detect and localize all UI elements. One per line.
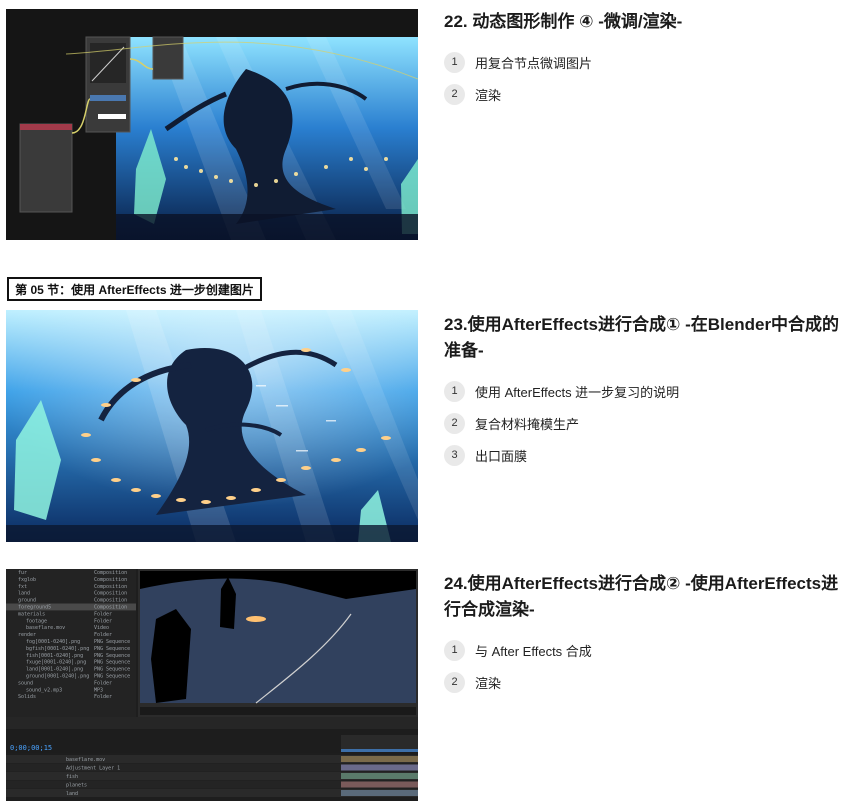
lesson-title: 22. 动态图形制作 ④ -微调/渲染- (444, 12, 683, 31)
item-number-badge: 2 (444, 412, 465, 434)
lesson-item: 2 复合材料掩模生产 (444, 412, 846, 434)
project-item-type: PNG Sequence (94, 660, 130, 666)
project-item[interactable]: land (18, 591, 30, 597)
timecode: 0;00;00;15 (10, 744, 52, 752)
item-number-badge: 1 (444, 380, 465, 402)
project-item[interactable]: fish[0001-0240].png (26, 653, 83, 659)
lesson-23-thumbnail[interactable] (6, 310, 418, 542)
item-text: 渲染 (475, 87, 502, 103)
item-text: 用复合节点微调图片 (475, 55, 593, 71)
timeline-layer-bar[interactable] (341, 790, 418, 796)
item-text: 使用 AfterEffects 进一步复习的说明 (475, 384, 680, 400)
project-item-type: Composition (94, 598, 127, 604)
project-item-type: Folder (94, 680, 112, 686)
timeline-layer-name[interactable]: fish (66, 774, 78, 780)
project-item[interactable]: sound (18, 680, 33, 686)
project-item[interactable]: baseflare.mov (26, 625, 65, 631)
project-item[interactable]: fxglob (18, 577, 36, 583)
project-item[interactable]: fog[0001-0240].png (26, 639, 80, 645)
item-number-badge: 2 (444, 83, 465, 105)
lesson-items: 1 用复合节点微调图片 2 渲染 (444, 51, 846, 105)
item-number-badge: 1 (444, 639, 465, 661)
timeline-layer-name[interactable]: land (66, 791, 78, 797)
item-number-badge: 2 (444, 671, 465, 693)
project-item[interactable]: materials (18, 611, 45, 617)
after-effects-screenshot: fur Composition fxglob Composition fxt Compos… (6, 569, 418, 801)
lesson-item: 2 渲染 (444, 83, 846, 105)
lesson-24-thumbnail[interactable]: fur Composition fxglob Composition fxt Compos… (6, 569, 418, 801)
timeline-layer-name[interactable]: planets (66, 783, 87, 789)
project-item-type: Composition (94, 605, 127, 611)
project-item[interactable]: land[0001-0240].png (26, 667, 83, 673)
timeline-layer-bar[interactable] (341, 756, 418, 762)
project-item-type: Folder (94, 618, 112, 624)
item-text: 渲染 (475, 675, 502, 691)
project-item-type: Folder (94, 694, 112, 700)
underwater-scene-render (6, 310, 418, 542)
lesson-item: 1 用复合节点微调图片 (444, 51, 846, 73)
project-item-type: MP3 (94, 687, 103, 693)
lesson-item: 2 渲染 (444, 671, 846, 693)
project-item-type: Composition (94, 577, 127, 583)
lesson-items: 1 与 After Effects 合成 2 渲染 (444, 639, 846, 693)
timeline-layer-bar[interactable] (341, 764, 418, 771)
section-label: 第 05 节：使用 AfterEffects 进一步创建图片 (7, 277, 262, 301)
project-item[interactable]: fxuge[0001-0240].png (26, 660, 86, 666)
lesson-item: 1 与 After Effects 合成 (444, 639, 846, 661)
project-item[interactable]: fxt (18, 584, 27, 590)
item-text: 复合材料掩模生产 (475, 416, 580, 432)
project-item-type: Video (94, 625, 109, 631)
lesson-items: 1 使用 AfterEffects 进一步复习的说明 2 复合材料掩模生产 3 … (444, 380, 846, 466)
project-item[interactable]: footage (26, 618, 47, 624)
project-item[interactable]: fur (18, 570, 27, 576)
item-text: 与 After Effects 合成 (475, 643, 592, 659)
timeline-layer-bar[interactable] (341, 773, 418, 779)
lesson-23-info: 23.使用AfterEffects进行合成① -在Blender中合成的准备- … (444, 312, 846, 476)
project-item-type: PNG Sequence (94, 674, 130, 680)
project-item-type: PNG Sequence (94, 646, 130, 652)
lesson-22-info: 22. 动态图形制作 ④ -微调/渲染- 1 用复合节点微调图片 2 渲染 (444, 9, 846, 115)
project-item[interactable]: ground (18, 598, 36, 604)
project-item-type: PNG Sequence (94, 667, 130, 673)
timeline-layer-bar[interactable] (341, 781, 418, 788)
lesson-title: 24.使用AfterEffects进行合成② -使用AfterEffects进行… (444, 574, 839, 619)
timeline-layer-name[interactable]: Adjustment Layer 1 (66, 766, 120, 772)
project-item-type: PNG Sequence (94, 639, 130, 645)
project-item-type: Folder (94, 611, 112, 617)
lesson-24-info: 24.使用AfterEffects进行合成② -使用AfterEffects进行… (444, 571, 846, 703)
project-item-type: Composition (94, 570, 127, 576)
lesson-title: 23.使用AfterEffects进行合成① -在Blender中合成的准备- (444, 315, 840, 360)
project-item[interactable]: render (18, 632, 36, 638)
project-item-type: Composition (94, 591, 127, 597)
project-item[interactable]: sound_v2.mp3 (26, 687, 62, 693)
project-item-type: Composition (94, 584, 127, 590)
timeline-layers: baseflare.mov Adjustment Layer 1 fish plane… (6, 755, 418, 797)
timeline-layer-name[interactable]: baseflare.mov (66, 757, 105, 763)
project-item[interactable]: foreground5 (18, 605, 51, 611)
project-item-type: PNG Sequence (94, 653, 130, 659)
project-item[interactable]: Solids (18, 694, 36, 700)
project-item[interactable]: bgfish[0001-0240].png (26, 646, 89, 652)
project-item[interactable]: ground[0001-0240].png (26, 674, 89, 680)
lesson-22-thumbnail[interactable] (6, 9, 418, 240)
blender-compositor-screenshot (6, 9, 418, 240)
lesson-item: 1 使用 AfterEffects 进一步复习的说明 (444, 380, 846, 402)
project-item-type: Folder (94, 632, 112, 638)
lesson-item: 3 出口面膜 (444, 444, 846, 466)
item-text: 出口面膜 (475, 448, 528, 464)
item-number-badge: 3 (444, 444, 465, 466)
item-number-badge: 1 (444, 51, 465, 73)
